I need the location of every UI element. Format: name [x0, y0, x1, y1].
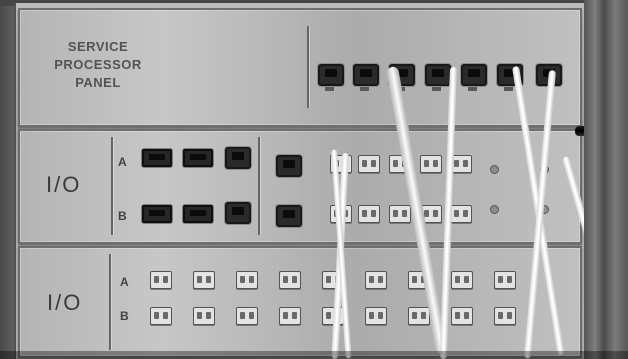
- service-port-led: [468, 87, 477, 91]
- top-io-duplex-port[interactable]: [358, 205, 380, 223]
- bottom-io-duplex-port[interactable]: [451, 307, 473, 325]
- top-io-label: I/O: [46, 172, 82, 197]
- service-rj45-port[interactable]: [425, 64, 451, 86]
- top-io-row-a-label: A: [118, 155, 128, 169]
- top-io-middle-divider: [258, 137, 260, 235]
- service-rj45-port[interactable]: [318, 64, 344, 86]
- bottom-io-duplex-port[interactable]: [150, 307, 172, 325]
- bottom-io-panel: I/O A B: [18, 246, 582, 358]
- service-port-led: [432, 87, 441, 91]
- service-rj45-port[interactable]: [353, 64, 379, 86]
- top-io-sfp-port[interactable]: [142, 149, 172, 167]
- service-label-line-2: PROCESSOR: [54, 57, 142, 72]
- bottom-io-duplex-port[interactable]: [236, 271, 258, 289]
- top-io-sfp-port[interactable]: [183, 205, 213, 223]
- top-io-rj45-port[interactable]: [225, 202, 251, 224]
- service-port-led: [360, 87, 369, 91]
- service-port-led: [325, 87, 334, 91]
- bottom-io-row-a-label: A: [120, 275, 130, 289]
- rack-side-post: [584, 0, 628, 359]
- bottom-io-label: I/O: [47, 290, 83, 315]
- bottom-io-duplex-port[interactable]: [451, 271, 473, 289]
- bottom-io-duplex-port[interactable]: [193, 271, 215, 289]
- service-port-led: [504, 87, 513, 91]
- bottom-io-duplex-port[interactable]: [150, 271, 172, 289]
- top-io-panel-screw: [490, 205, 499, 214]
- bottom-io-duplex-port[interactable]: [279, 307, 301, 325]
- bottom-io-row-b-label: B: [120, 309, 130, 323]
- rack-photo-scene: SERVICE PROCESSOR PANEL I/O A B I/O A B: [0, 0, 628, 359]
- service-label-line-1: SERVICE: [67, 39, 129, 54]
- top-io-duplex-port[interactable]: [450, 205, 472, 223]
- top-io-rj45-port[interactable]: [225, 147, 251, 169]
- top-io-row-b-label: B: [118, 209, 128, 223]
- bottom-io-duplex-port[interactable]: [408, 307, 430, 325]
- rack-bottom-shadow: [0, 351, 628, 359]
- top-io-divider: [111, 137, 113, 235]
- top-io-rj45-port[interactable]: [276, 205, 302, 227]
- top-io-duplex-port[interactable]: [389, 205, 411, 223]
- bottom-io-divider: [109, 254, 111, 350]
- bottom-io-duplex-port[interactable]: [365, 307, 387, 325]
- top-io-rj45-port[interactable]: [276, 155, 302, 177]
- top-io-sfp-port[interactable]: [183, 149, 213, 167]
- bottom-io-duplex-port[interactable]: [494, 271, 516, 289]
- bottom-io-duplex-port[interactable]: [494, 307, 516, 325]
- top-io-panel-screw: [490, 165, 499, 174]
- service-label-line-3: PANEL: [75, 75, 121, 90]
- service-processor-label: SERVICE PROCESSOR PANEL: [38, 38, 158, 92]
- bottom-io-duplex-port[interactable]: [236, 307, 258, 325]
- service-processor-panel: SERVICE PROCESSOR PANEL: [18, 8, 582, 127]
- bottom-io-duplex-port[interactable]: [193, 307, 215, 325]
- service-rj45-port[interactable]: [461, 64, 487, 86]
- top-io-duplex-port[interactable]: [420, 155, 442, 173]
- top-io-duplex-port[interactable]: [358, 155, 380, 173]
- top-io-sfp-port[interactable]: [142, 205, 172, 223]
- bottom-io-duplex-port[interactable]: [365, 271, 387, 289]
- top-io-panel: I/O A B: [18, 129, 582, 244]
- service-panel-divider: [307, 26, 309, 108]
- bottom-io-duplex-port[interactable]: [279, 271, 301, 289]
